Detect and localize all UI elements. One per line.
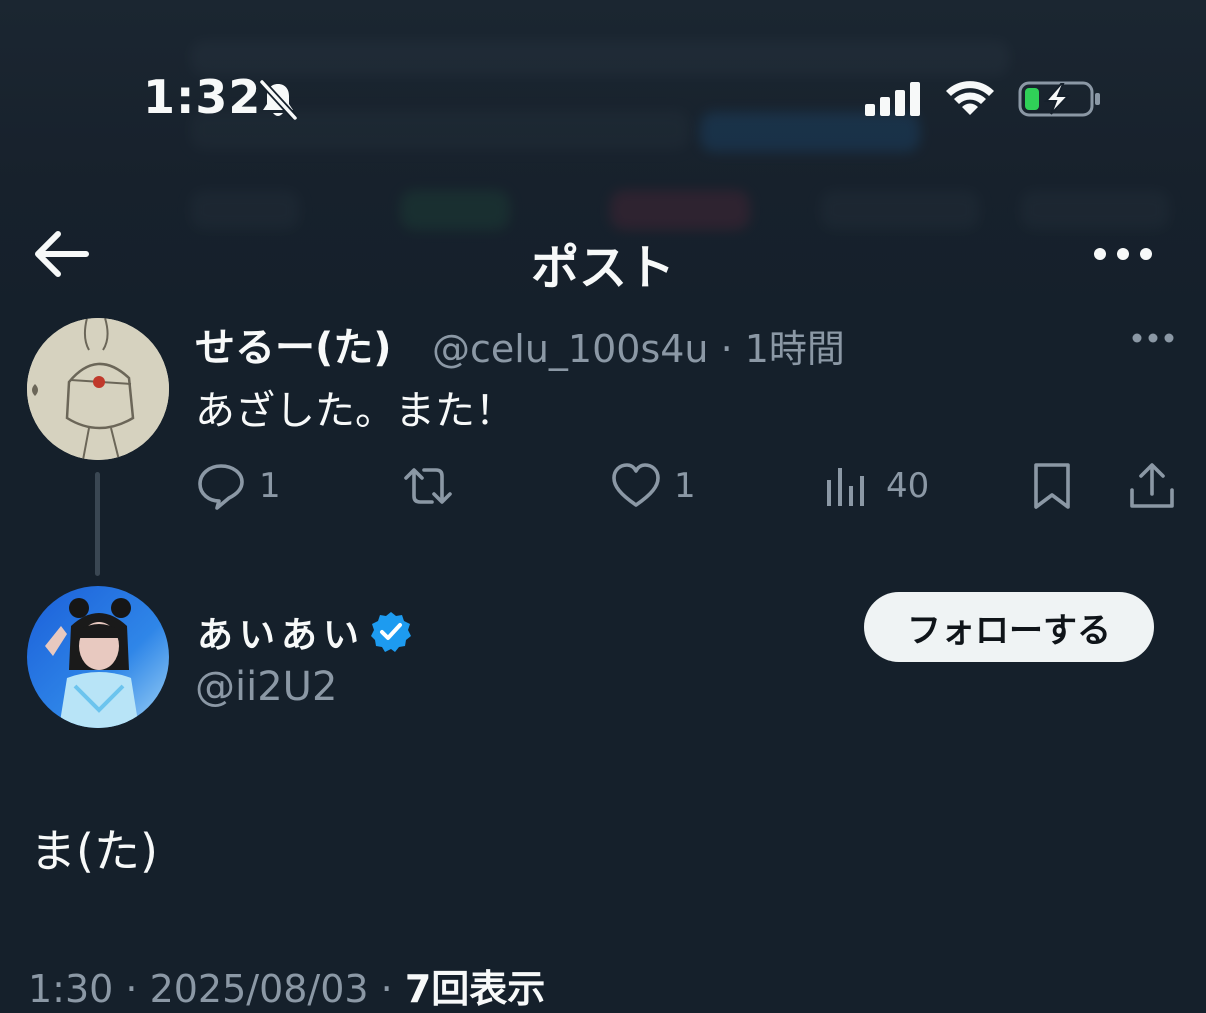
retweet-icon [404,468,452,504]
cellular-signal-icon [865,82,920,116]
status-bar: 1:32 [0,0,1206,200]
main-handle[interactable]: @ii2U2 [195,664,337,710]
post-timestamp: 1:30 · 2025/08/03 · [28,967,405,1011]
top-nav: ポスト [0,210,1206,300]
thread-line [95,472,100,576]
main-display-name: あいあい [197,615,366,656]
heart-icon [612,463,660,507]
post-views[interactable]: 7回表示 [405,967,545,1011]
reply-button[interactable]: 1 [195,458,281,514]
status-time: 1:32 [143,70,262,124]
retweet-button[interactable] [402,458,454,514]
post-more-icon[interactable] [1130,326,1176,350]
bookmark-button[interactable] [1026,458,1078,514]
follow-button[interactable]: フォローする [864,592,1154,662]
bell-slash-icon [259,79,298,121]
parent-post-text: あざした。また！ [195,388,515,434]
parent-display-name[interactable]: せるー(た) [195,315,392,373]
share-button[interactable] [1126,458,1178,514]
views-button[interactable]: 40 [822,458,929,514]
reply-count: 1 [259,466,281,506]
analytics-icon [827,468,864,506]
more-options-icon[interactable] [1090,234,1156,274]
reply-icon [198,464,244,510]
main-post-text: ま(た) [30,824,158,878]
parent-avatar[interactable] [27,318,169,460]
main-avatar[interactable] [27,586,169,728]
profile-photo-image [27,586,169,728]
main-display-name-row[interactable]: あいあい [197,606,413,658]
post-footer: 1:30 · 2025/08/03 · 7回表示 [28,958,545,1013]
views-count: 40 [886,466,930,506]
doodle-avatar-image [27,318,169,460]
bookmark-icon [1034,463,1070,509]
page-title: ポスト [530,240,675,296]
parent-handle-time: @celu_100s4u · 1時間 [432,327,845,371]
like-count: 1 [674,466,696,506]
like-button[interactable]: 1 [610,458,696,514]
battery-charging-icon [1018,81,1100,117]
verified-badge-icon [371,612,412,652]
wifi-icon [946,81,994,115]
share-icon [1130,463,1174,508]
